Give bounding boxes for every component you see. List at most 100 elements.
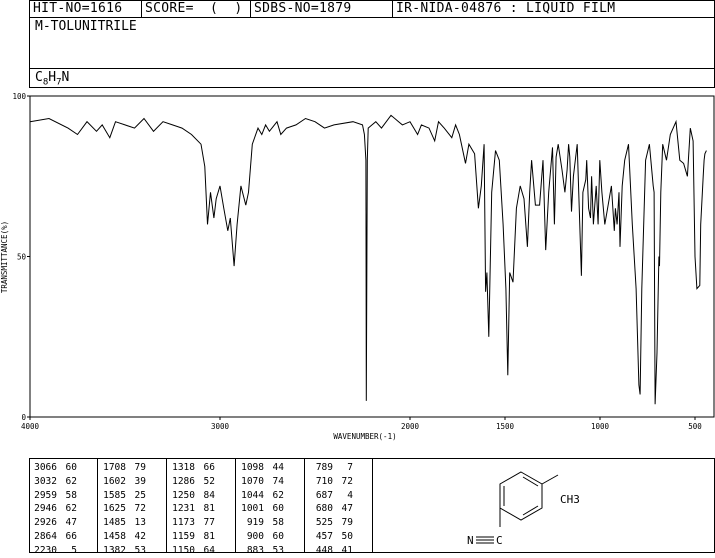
peak-transmittance: 58 [272,517,284,529]
peak-column: 1708 79 1602 39 1585 25 1625 72 1485 13 1458 42 1382… [100,461,146,558]
nitrile-n-label: N [467,534,474,547]
peak-transmittance: 72 [134,503,146,515]
peak-wavenumber: 789 [315,462,333,473]
peak-column: 3066 60 3032 62 2959 58 2946 62 2926 47 2864 66 2230… [31,461,77,558]
y-axis-label: TRANSMITTANCE(%) [0,221,9,293]
peak-entry: 1458 42 [100,530,146,544]
peak-entry: 1602 39 [100,475,146,489]
peak-entry: 789 7 [307,461,353,475]
peak-entry: 1250 84 [169,489,215,503]
peak-entry: 1485 13 [100,516,146,530]
peak-transmittance: 74 [272,475,284,487]
peak-entry: 1098 44 [238,461,284,475]
x-tick-label: 1000 [591,422,610,431]
peak-entry: 1625 72 [100,502,146,516]
peak-transmittance: 84 [203,489,215,501]
peak-wavenumber: 883 [246,544,264,556]
peak-wavenumber: 710 [315,475,333,487]
peak-wavenumber: 1585 [103,489,126,501]
peak-wavenumber: 680 [315,503,333,515]
peak-entry: 2959 58 [31,489,77,503]
peak-wavenumber: 1708 [103,462,126,473]
y-tick-label: 0 [21,413,26,422]
peak-entry: 1150 64 [169,544,215,558]
spectrum-line [29,114,707,405]
peak-transmittance: 58 [65,489,77,501]
peak-transmittance: 81 [203,503,215,515]
peak-entry: 2946 62 [31,502,77,516]
peak-transmittance: 47 [341,503,353,515]
peak-wavenumber: 1318 [172,462,195,473]
peak-wavenumber: 3066 [34,462,57,473]
peak-wavenumber: 457 [315,530,333,542]
plot-area [29,95,715,418]
peak-transmittance: 66 [203,462,215,473]
peak-wavenumber: 1150 [172,544,195,556]
peak-column-divider [97,458,98,552]
peak-wavenumber: 1250 [172,489,195,501]
peak-wavenumber: 1001 [241,503,264,515]
benzene-ring [499,471,543,521]
peak-wavenumber: 900 [246,530,264,542]
peak-wavenumber: 3032 [34,475,57,487]
peak-transmittance: 79 [134,462,146,473]
peak-entry: 1231 81 [169,502,215,516]
ring-double-bond [522,505,539,516]
peak-entry: 1159 81 [169,530,215,544]
peak-wavenumber: 2959 [34,489,57,501]
peak-transmittance: 13 [134,517,146,529]
peak-transmittance: 5 [71,544,77,556]
peak-column-divider [235,458,236,552]
x-tick-label: 1500 [496,422,515,431]
peak-transmittance: 60 [272,503,284,515]
peak-entry: 710 72 [307,475,353,489]
ring-double-bond [522,476,539,487]
peak-entry: 1173 77 [169,516,215,530]
peak-wavenumber: 2926 [34,517,57,529]
peak-entry: 457 50 [307,530,353,544]
peak-transmittance: 62 [65,475,77,487]
peak-wavenumber: 1625 [103,503,126,515]
peak-column-divider [304,458,305,552]
peak-wavenumber: 1485 [103,517,126,529]
peak-wavenumber: 525 [315,517,333,529]
peak-wavenumber: 1070 [241,475,264,487]
peak-entry: 2926 47 [31,516,77,530]
peak-entry: 1382 53 [100,544,146,558]
nitrile-c-label: C [496,534,503,547]
peak-transmittance: 47 [65,517,77,529]
peak-transmittance: 50 [341,530,353,542]
peak-entry: 900 60 [238,530,284,544]
peak-entry: 1044 62 [238,489,284,503]
x-tick-label: 3000 [211,422,230,431]
peak-wavenumber: 1098 [241,462,264,473]
peak-wavenumber: 448 [315,544,333,556]
peak-entry: 883 53 [238,544,284,558]
y-tick-label: 100 [12,92,26,101]
x-tick-label: 2000 [401,422,420,431]
peak-transmittance: 4 [347,489,353,501]
methyl-bond [541,474,559,485]
peak-transmittance: 42 [134,530,146,542]
peak-wavenumber: 687 [315,489,333,501]
peak-wavenumber: 1173 [172,517,195,529]
peak-transmittance: 25 [134,489,146,501]
peak-wavenumber: 2230 [34,544,57,556]
peak-transmittance: 72 [341,475,353,487]
peak-transmittance: 66 [65,530,77,542]
peak-wavenumber: 1602 [103,475,126,487]
peak-transmittance: 81 [203,530,215,542]
peak-wavenumber: 1231 [172,503,195,515]
peak-transmittance: 77 [203,517,215,529]
structure-diagram: CH3 N C [467,471,580,547]
methyl-label: CH3 [560,493,580,506]
peak-column-divider [166,458,167,552]
peak-transmittance: 62 [272,489,284,501]
x-tick-label: 4000 [21,422,40,431]
peak-entry: 680 47 [307,502,353,516]
peak-column: 1318 66 1286 52 1250 84 1231 81 1173 77 1159 81 1150… [169,461,215,558]
peak-entry: 1286 52 [169,475,215,489]
peak-wavenumber: 2946 [34,503,57,515]
peak-entry: 448 41 [307,544,353,558]
peak-transmittance: 60 [65,462,77,473]
